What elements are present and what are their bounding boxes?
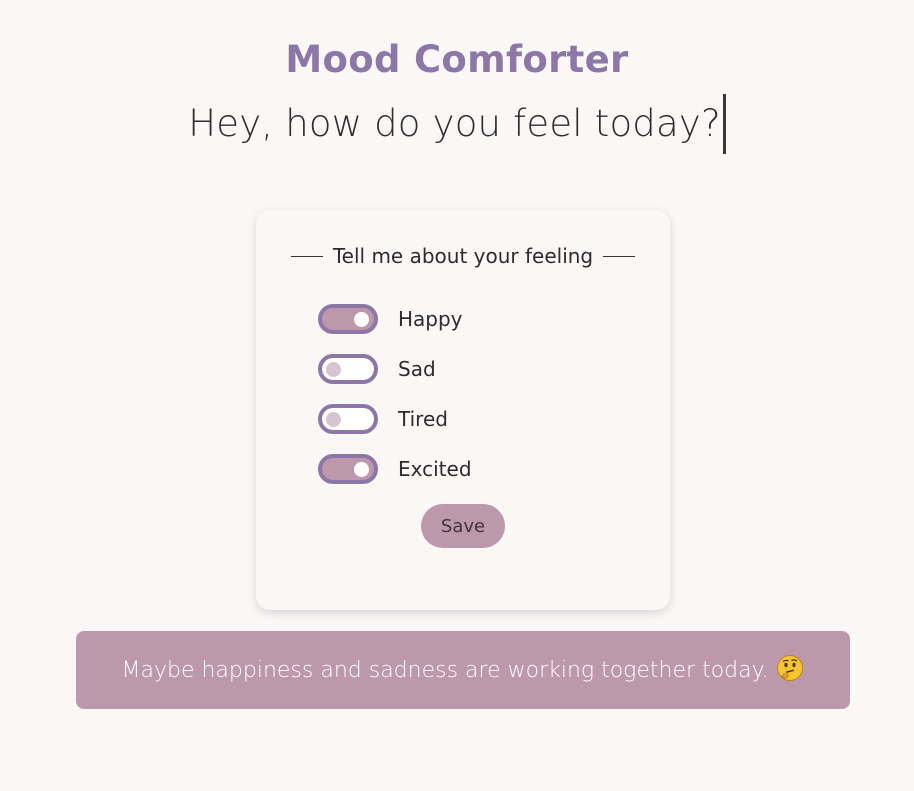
toggle-list: Happy Sad Tired Excited [318,304,472,504]
thinking-face-icon [776,654,804,686]
happy-toggle[interactable] [318,304,378,334]
happy-label: Happy [398,307,463,331]
message-banner: Maybe happiness and sadness are working … [76,631,850,709]
app-title: Mood Comforter [285,38,629,81]
sad-label: Sad [398,357,436,381]
sad-toggle[interactable] [318,354,378,384]
legend-line-right [603,255,636,257]
typed-question-row: Hey, how do you feel today? [0,94,914,154]
page: Mood Comforter Hey, how do you feel toda… [0,0,914,791]
message-text: Maybe happiness and sadness are working … [121,657,769,683]
tired-label: Tired [398,407,448,431]
toggle-knob [354,312,369,327]
excited-label: Excited [398,457,472,481]
toggle-row-excited: Excited [318,454,472,484]
toggle-knob [354,462,369,477]
feelings-legend: Tell me about your feeling [286,243,640,269]
excited-toggle[interactable] [318,454,378,484]
tired-toggle[interactable] [318,404,378,434]
toggle-row-tired: Tired [318,404,472,434]
toggle-knob [326,412,341,427]
text-cursor [722,94,726,154]
toggle-row-happy: Happy [318,304,472,334]
legend-text: Tell me about your feeling [332,244,594,268]
toggle-row-sad: Sad [318,354,472,384]
typed-question: Hey, how do you feel today? [188,102,721,145]
feelings-card: Tell me about your feeling Happy Sad Tir… [256,210,670,610]
toggle-knob [326,362,341,377]
save-button[interactable]: Save [421,504,505,548]
legend-line-left [290,255,323,257]
